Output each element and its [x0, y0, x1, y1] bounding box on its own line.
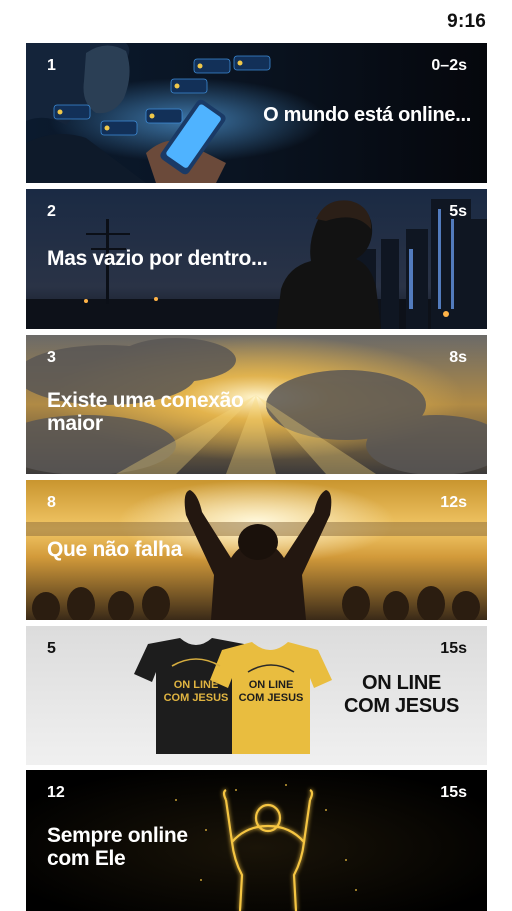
scene-number: 1	[47, 57, 56, 74]
tshirt-print-text: COM JESUS	[164, 692, 229, 704]
scene-caption: Mas vazio por dentro...	[47, 247, 268, 270]
scene-caption: Que não falha	[47, 538, 182, 561]
scene-number: 5	[47, 640, 56, 657]
scene-duration: 15s	[440, 784, 467, 801]
scene-card-3[interactable]: 3 8s Existe uma conexão maior	[26, 335, 487, 474]
scene-duration: 8s	[449, 349, 467, 366]
scene-card-6[interactable]: 12 15s Sempre online com Ele	[26, 770, 487, 911]
status-time: 9:16	[447, 11, 486, 32]
scene-number: 2	[47, 203, 56, 220]
scene-card-5[interactable]: ON LINE COM JESUS ON LINE COM JESUS 5 15…	[26, 626, 487, 765]
scene-number: 12	[47, 784, 65, 801]
scene-number: 3	[47, 349, 56, 366]
scene-caption: Existe uma conexão maior	[47, 389, 244, 435]
scene-duration: 5s	[449, 203, 467, 220]
scene-card-1[interactable]: 1 0–2s O mundo está online...	[26, 43, 487, 183]
tshirt-print-text: ON LINE	[249, 679, 294, 691]
scene-caption: O mundo está online...	[263, 104, 471, 126]
scene-caption: Sempre online com Ele	[47, 824, 188, 870]
tshirt-print-text: ON LINE	[174, 679, 219, 691]
scene-card-4[interactable]: 8 12s Que não falha	[26, 480, 487, 620]
tshirt-print-text: COM JESUS	[239, 692, 304, 704]
scene-duration: 12s	[440, 494, 467, 511]
status-bar: 9:16	[0, 0, 512, 42]
scene-duration: 0–2s	[431, 57, 467, 74]
scene-caption: ON LINE COM JESUS	[343, 672, 460, 717]
scene-number: 8	[47, 494, 56, 511]
scene-duration: 15s	[440, 640, 467, 657]
scene-card-2[interactable]: 2 5s Mas vazio por dentro...	[26, 189, 487, 329]
